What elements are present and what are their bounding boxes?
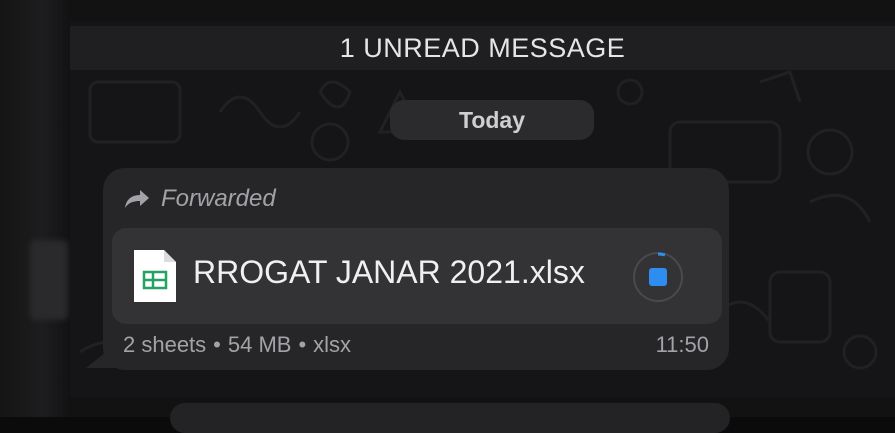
file-name: RROGAT JANAR 2021.xlsx	[193, 254, 585, 290]
cancel-download-button[interactable]	[633, 252, 683, 302]
message-input-bar	[70, 397, 895, 433]
meta-separator: •	[213, 332, 221, 357]
file-size: 54 MB	[227, 332, 292, 357]
message-time: 11:50	[655, 332, 709, 357]
file-attachment[interactable]: RROGAT JANAR 2021.xlsx	[112, 228, 722, 324]
forward-arrow-icon	[125, 190, 149, 208]
forwarded-label: Forwarded	[161, 185, 276, 212]
meta-separator: •	[298, 332, 307, 357]
blurred-sidebar	[0, 0, 70, 417]
file-type: xlsx	[313, 332, 352, 357]
message-bubble[interactable]: Forwarded RROGAT JANAR 2021.xlsx 2 sheet…	[103, 168, 729, 370]
stop-download-icon	[649, 268, 667, 286]
blurred-element	[30, 240, 68, 320]
message-input[interactable]	[170, 403, 730, 433]
file-meta: 2 sheets • 54 MB • xlsx 11:50	[123, 332, 709, 362]
spreadsheet-icon	[134, 250, 176, 302]
chat-area[interactable]: 1 UNREAD MESSAGE Today Forwarded RROGAT …	[70, 22, 895, 417]
forwarded-indicator: Forwarded	[123, 184, 276, 214]
sheet-count: 2 sheets	[123, 332, 207, 357]
unread-messages-banner: 1 UNREAD MESSAGE	[70, 26, 895, 70]
date-divider: Today	[390, 100, 594, 140]
